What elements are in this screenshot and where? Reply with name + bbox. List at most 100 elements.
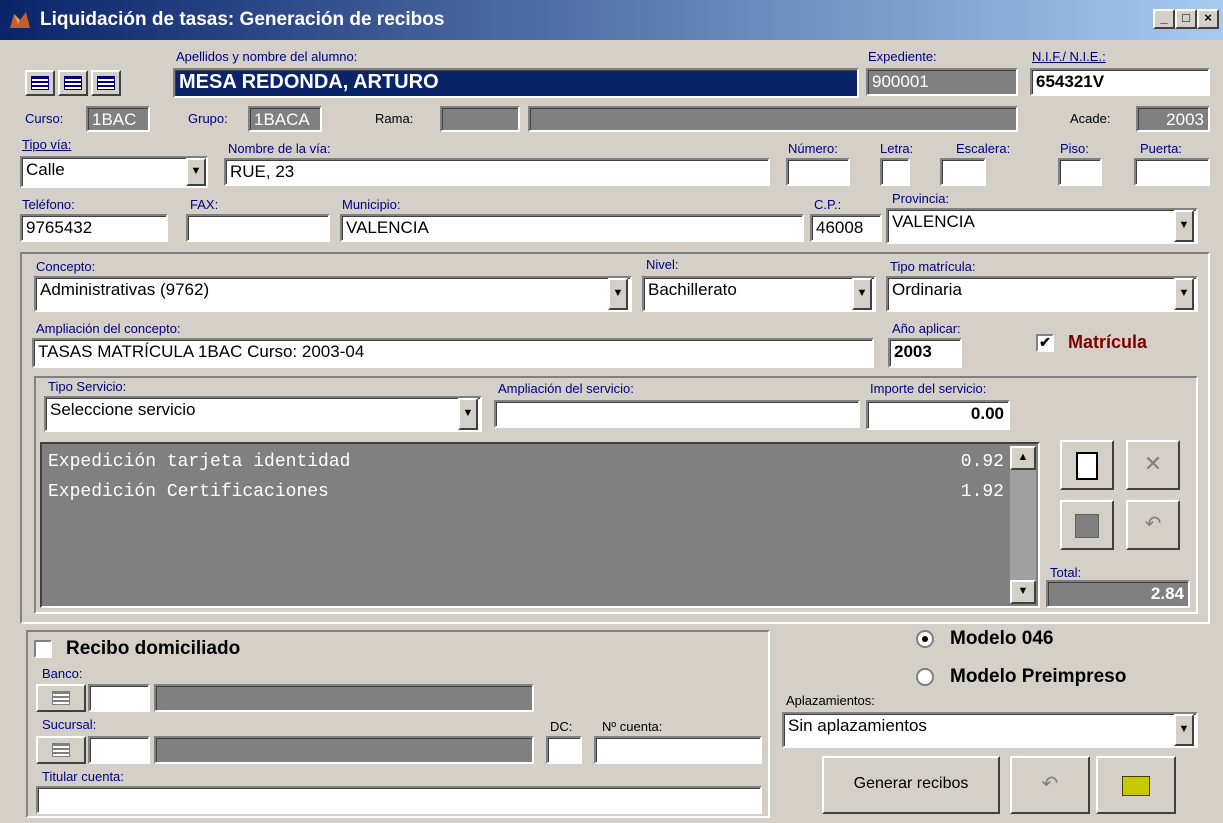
provincia-select[interactable]: VALENCIA [886,208,1198,244]
domiciliado-label: Recibo domiciliado [66,638,241,659]
letra-field[interactable] [880,158,910,186]
acade-label: Acade: [1070,111,1111,126]
expediente-label: Expediente: [868,49,937,64]
grupo-field: 1BACA [248,106,322,132]
dc-label: DC: [550,719,573,734]
fax-field[interactable] [186,214,330,242]
domiciliado-checkbox[interactable] [34,640,52,658]
new-document-button[interactable] [1060,440,1114,490]
municipio-label: Municipio: [342,197,401,212]
services-list[interactable]: Expedición tarjeta identidad 0.92 Expedic… [40,442,1040,608]
banco-label: Banco: [42,666,83,681]
undo-icon: ↶ [1041,773,1059,795]
undo-button[interactable]: ↶ [1126,500,1180,550]
cuenta-field[interactable] [594,736,762,764]
list-item[interactable]: Expedición Certificaciones 1.92 [48,482,1004,506]
escalera-label: Escalera: [956,141,1011,156]
scroll-down-button[interactable]: ▼ [1010,580,1036,604]
save-button[interactable] [1060,500,1114,550]
numero-label: Número: [788,141,838,156]
titular-label: Titular cuenta: [42,769,124,784]
modelo-046-radio[interactable] [916,630,934,648]
list-scrollbar[interactable]: ▲ ▼ [1010,446,1036,604]
telefono-field[interactable]: 9765432 [20,214,168,242]
nivel-select[interactable]: Bachillerato [642,276,876,312]
provincia-label: Provincia: [892,191,950,206]
undo-generate-button[interactable]: ↶ [1010,756,1090,814]
curso-field: 1BAC [86,106,150,132]
ampliacion-concepto-field[interactable]: TASAS MATRÍCULA 1BAC Curso: 2003-04 [32,338,874,368]
titular-field[interactable] [36,786,762,814]
cp-field[interactable]: 46008 [810,214,882,242]
nombre-via-label: Nombre de la vía: [228,141,331,156]
anio-field[interactable]: 2003 [888,338,962,368]
telefono-label: Teléfono: [22,197,75,212]
generar-recibos-button[interactable]: Generar recibos [822,756,1000,814]
tipo-via-label: Tipo vía: [22,137,72,152]
close-button[interactable]: × [1197,9,1219,29]
modelo-preimpreso-label: Modelo Preimpreso [950,666,1127,687]
banco-list-button[interactable] [36,684,86,712]
ampliacion-servicio-field[interactable] [494,400,860,428]
puerta-field[interactable] [1134,158,1210,186]
tipo-via-select[interactable]: Calle [20,156,208,188]
tipo-servicio-select[interactable]: Seleccione servicio [44,396,482,432]
title-bar[interactable]: Liquidación de tasas: Generación de reci… [0,0,1223,40]
modelo-046-label: Modelo 046 [950,628,1054,649]
tipo-matricula-select[interactable]: Ordinaria [886,276,1198,312]
nif-field[interactable]: 654321V [1030,68,1210,96]
municipio-field[interactable]: VALENCIA [340,214,804,242]
scroll-up-button[interactable]: ▲ [1010,446,1036,470]
banco-code-field[interactable] [88,684,150,712]
banco-name-field [154,684,534,712]
delete-button[interactable]: ✕ [1126,440,1180,490]
list-item[interactable]: Expedición tarjeta identidad 0.92 [48,452,1004,476]
matricula-checkbox[interactable]: ✔ [1036,334,1054,352]
acade-field: 2003 [1136,106,1210,132]
ampliacion-concepto-label: Ampliación del concepto: [36,321,181,336]
anio-label: Año aplicar: [892,321,961,336]
concepto-dropdown-button[interactable]: ▼ [608,278,628,310]
save-icon [1075,514,1099,538]
concepto-select[interactable]: Administrativas (9762) [34,276,632,312]
tipo-servicio-label: Tipo Servicio: [48,379,127,394]
tipo-matricula-label: Tipo matrícula: [890,259,976,274]
list-icon [97,76,115,90]
grupo-label: Grupo: [188,111,228,126]
service-name: Expedición tarjeta identidad [48,452,351,472]
list-icon-button-3[interactable] [91,70,121,96]
nombre-via-field[interactable]: RUE, 23 [224,158,770,186]
nivel-dropdown-button[interactable]: ▼ [852,278,872,310]
dc-field[interactable] [546,736,582,764]
tipo-matricula-dropdown-button[interactable]: ▼ [1174,278,1194,310]
modelo-preimpreso-radio[interactable] [916,668,934,686]
piso-label: Piso: [1060,141,1089,156]
provincia-dropdown-button[interactable]: ▼ [1174,210,1194,242]
list-icon [52,743,70,757]
delete-icon: ✕ [1143,451,1163,476]
numero-field[interactable] [786,158,850,186]
piso-field[interactable] [1058,158,1102,186]
student-name-field[interactable]: MESA REDONDA, ARTURO [173,68,859,98]
tipo-via-dropdown-button[interactable]: ▼ [186,158,206,186]
maximize-button[interactable]: □ [1175,9,1197,29]
escalera-field[interactable] [940,158,986,186]
list-icon-button-2[interactable] [58,70,88,96]
matricula-label: Matrícula [1068,332,1148,352]
aplazamientos-dropdown-button[interactable]: ▼ [1174,714,1194,746]
sucursal-code-field[interactable] [88,736,150,764]
importe-field[interactable]: 0.00 [866,400,1010,430]
window-title: Liquidación de tasas: Generación de reci… [40,9,445,30]
list-icon [31,76,49,90]
rama-label: Rama: [375,111,414,126]
sucursal-list-button[interactable] [36,736,86,764]
cp-label: C.P.: [814,197,842,212]
minimize-button[interactable]: _ [1153,9,1175,29]
aplazamientos-select[interactable]: Sin aplazamientos [782,712,1198,748]
tipo-servicio-dropdown-button[interactable]: ▼ [458,398,478,430]
list-icon-button-1[interactable] [25,70,55,96]
nivel-label: Nivel: [646,257,679,272]
open-folder-button[interactable] [1096,756,1176,814]
name-label: Apellidos y nombre del alumno: [176,49,358,64]
letra-label: Letra: [880,141,914,156]
